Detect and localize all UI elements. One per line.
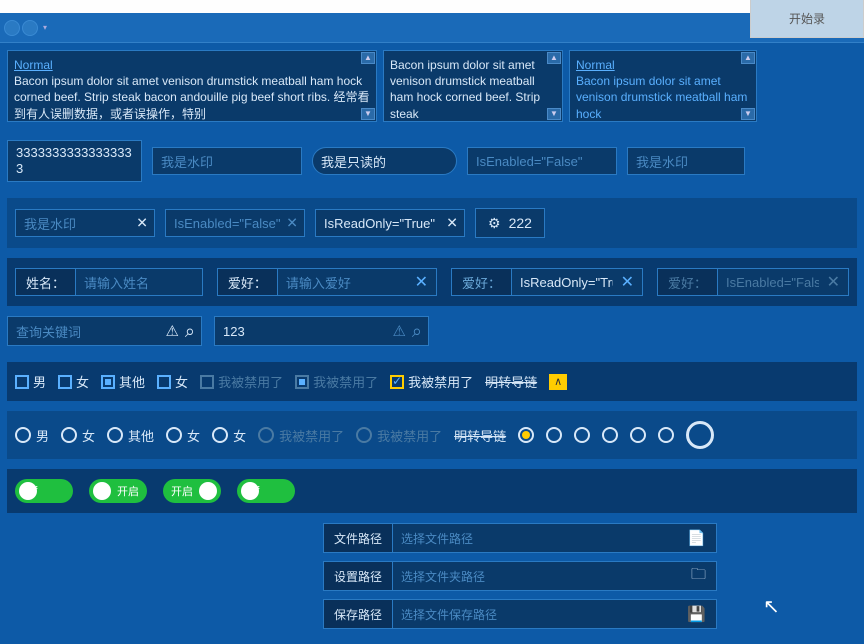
scroll-up-icon[interactable]: ▲ xyxy=(361,52,375,64)
radio-other[interactable]: 其他 xyxy=(107,426,154,445)
input-watermark-2[interactable]: 我是水印 xyxy=(627,147,745,175)
switch-2[interactable]: 开启 xyxy=(89,479,147,503)
clear-icon[interactable]: ✕ xyxy=(446,215,458,232)
hobby-label: 爱好： xyxy=(452,269,512,295)
input-watermark-3[interactable]: 我是水印✕ xyxy=(15,209,155,237)
save-path-input[interactable]: 选择文件保存路径 xyxy=(393,606,677,623)
input-disabled-2: IsEnabled="False"✕ xyxy=(165,209,305,237)
hobby-readonly: IsReadOnly="Tru xyxy=(512,275,613,290)
strike-text-2: 明转导链 xyxy=(454,426,506,445)
folder-path-field[interactable]: 设置路径 选择文件夹路径 🗀 xyxy=(323,561,717,591)
panel-2-body: Bacon ipsum dolor sit amet venison drums… xyxy=(390,57,556,122)
panel-2: Bacon ipsum dolor sit amet venison drums… xyxy=(383,50,563,122)
radio-female[interactable]: 女 xyxy=(61,426,95,445)
radio-opt[interactable] xyxy=(602,427,618,443)
switch-3[interactable]: 开启 xyxy=(163,479,221,503)
clear-icon[interactable]: ✕ xyxy=(407,272,436,292)
search-123[interactable]: 123 ⚠ ⌕ xyxy=(214,316,429,346)
hobby-input[interactable]: 请输入爱好 xyxy=(278,273,407,292)
search-icon[interactable]: ⌕ xyxy=(185,321,195,342)
nav-fwd-button[interactable] xyxy=(22,20,38,36)
search-icon[interactable]: ⌕ xyxy=(412,321,422,342)
panel-1-title[interactable]: Normal xyxy=(14,57,370,73)
radio-opt[interactable] xyxy=(630,427,646,443)
warning-icon: ⚠ xyxy=(392,322,405,340)
name-label: 姓名： xyxy=(16,269,76,295)
folder-path-input[interactable]: 选择文件夹路径 xyxy=(393,568,681,585)
file-open-icon[interactable]: 📄 xyxy=(677,529,716,547)
scroll-up-icon[interactable]: ▲ xyxy=(547,52,561,64)
nav-back-button[interactable] xyxy=(4,20,20,36)
file-path-label: 文件路径 xyxy=(324,524,393,552)
clear-icon[interactable]: ✕ xyxy=(136,215,148,232)
clear-icon: ✕ xyxy=(819,272,848,292)
radio-disabled-1: 我被禁用了 xyxy=(258,426,344,445)
save-icon[interactable]: 💾 xyxy=(677,605,716,623)
radio-disabled-2: 我被禁用了 xyxy=(356,426,442,445)
radio-female-2[interactable]: 女 xyxy=(166,426,200,445)
hobby-label: 爱好： xyxy=(218,269,278,295)
check-other[interactable]: 其他 xyxy=(101,372,145,391)
input-numeric[interactable]: 33333333333333333 xyxy=(7,140,142,182)
name-field[interactable]: 姓名： 请输入姓名 xyxy=(15,268,203,296)
input-watermark-1[interactable]: 我是水印 xyxy=(152,147,302,175)
chevron-up-icon[interactable]: ∧ xyxy=(549,374,567,390)
check-disabled-1: 我被禁用了 xyxy=(200,372,283,391)
hobby-disabled: IsEnabled="False xyxy=(718,275,819,290)
panel-3-body: Bacon ipsum dolor sit amet venison drums… xyxy=(576,73,750,122)
save-path-label: 保存路径 xyxy=(324,600,393,628)
check-female-2[interactable]: 女 xyxy=(157,372,188,391)
file-path-input[interactable]: 选择文件路径 xyxy=(393,530,677,547)
check-disabled-3[interactable]: 我被禁用了 xyxy=(390,372,473,391)
radio-female-3[interactable]: 女 xyxy=(212,426,246,445)
scroll-down-icon[interactable]: ▼ xyxy=(741,108,755,120)
titlebar xyxy=(0,0,864,13)
folder-icon[interactable]: 🗀 xyxy=(681,564,716,589)
scroll-down-icon[interactable]: ▼ xyxy=(361,108,375,120)
input-readonly-2: IsReadOnly="True"✕ xyxy=(315,209,465,237)
check-disabled-2: 我被禁用了 xyxy=(295,372,378,391)
hobby-label: 爱好： xyxy=(658,269,718,295)
name-input[interactable]: 请输入姓名 xyxy=(76,273,202,292)
start-record-button[interactable]: 开始录 xyxy=(750,0,864,38)
switch-4[interactable]: Off xyxy=(237,479,295,503)
panel-1: Normal Bacon ipsum dolor sit amet veniso… xyxy=(7,50,377,122)
hobby-field-2: 爱好： IsReadOnly="Tru ✕ xyxy=(451,268,643,296)
check-male[interactable]: 男 xyxy=(15,372,46,391)
panel-3-title[interactable]: Normal xyxy=(576,57,750,73)
clear-icon[interactable]: ✕ xyxy=(613,272,642,292)
input-disabled-1: IsEnabled="False" xyxy=(467,147,617,175)
panel-1-body: Bacon ipsum dolor sit amet venison drums… xyxy=(14,73,370,122)
hobby-field-1[interactable]: 爱好： 请输入爱好 ✕ xyxy=(217,268,437,296)
radio-opt[interactable] xyxy=(546,427,562,443)
clear-icon: ✕ xyxy=(286,215,298,232)
nav-bar: ▾ xyxy=(0,13,864,43)
radio-selected[interactable] xyxy=(518,427,534,443)
folder-path-label: 设置路径 xyxy=(324,562,393,590)
radio-male[interactable]: 男 xyxy=(15,426,49,445)
switch-1[interactable]: Off xyxy=(15,479,73,503)
file-path-field[interactable]: 文件路径 选择文件路径 📄 xyxy=(323,523,717,553)
search-keyword[interactable]: 查询关键词 ⚠ ⌕ xyxy=(7,316,202,346)
radio-opt[interactable] xyxy=(574,427,590,443)
radio-big[interactable] xyxy=(686,421,714,449)
radio-opt[interactable] xyxy=(658,427,674,443)
scroll-down-icon[interactable]: ▼ xyxy=(547,108,561,120)
input-readonly: 我是只读的 xyxy=(312,147,457,175)
save-path-field[interactable]: 保存路径 选择文件保存路径 💾 xyxy=(323,599,717,629)
scroll-up-icon[interactable]: ▲ xyxy=(741,52,755,64)
warning-icon: ⚠ xyxy=(165,322,178,340)
strike-text: 明转导链 xyxy=(485,372,537,391)
nav-dropdown[interactable]: ▾ xyxy=(40,20,50,36)
gear-icon: ⚙ xyxy=(488,215,501,232)
panel-3: Normal Bacon ipsum dolor sit amet veniso… xyxy=(569,50,757,122)
hobby-field-3: 爱好： IsEnabled="False ✕ xyxy=(657,268,849,296)
settings-button[interactable]: ⚙222 xyxy=(475,208,545,238)
check-female[interactable]: 女 xyxy=(58,372,89,391)
